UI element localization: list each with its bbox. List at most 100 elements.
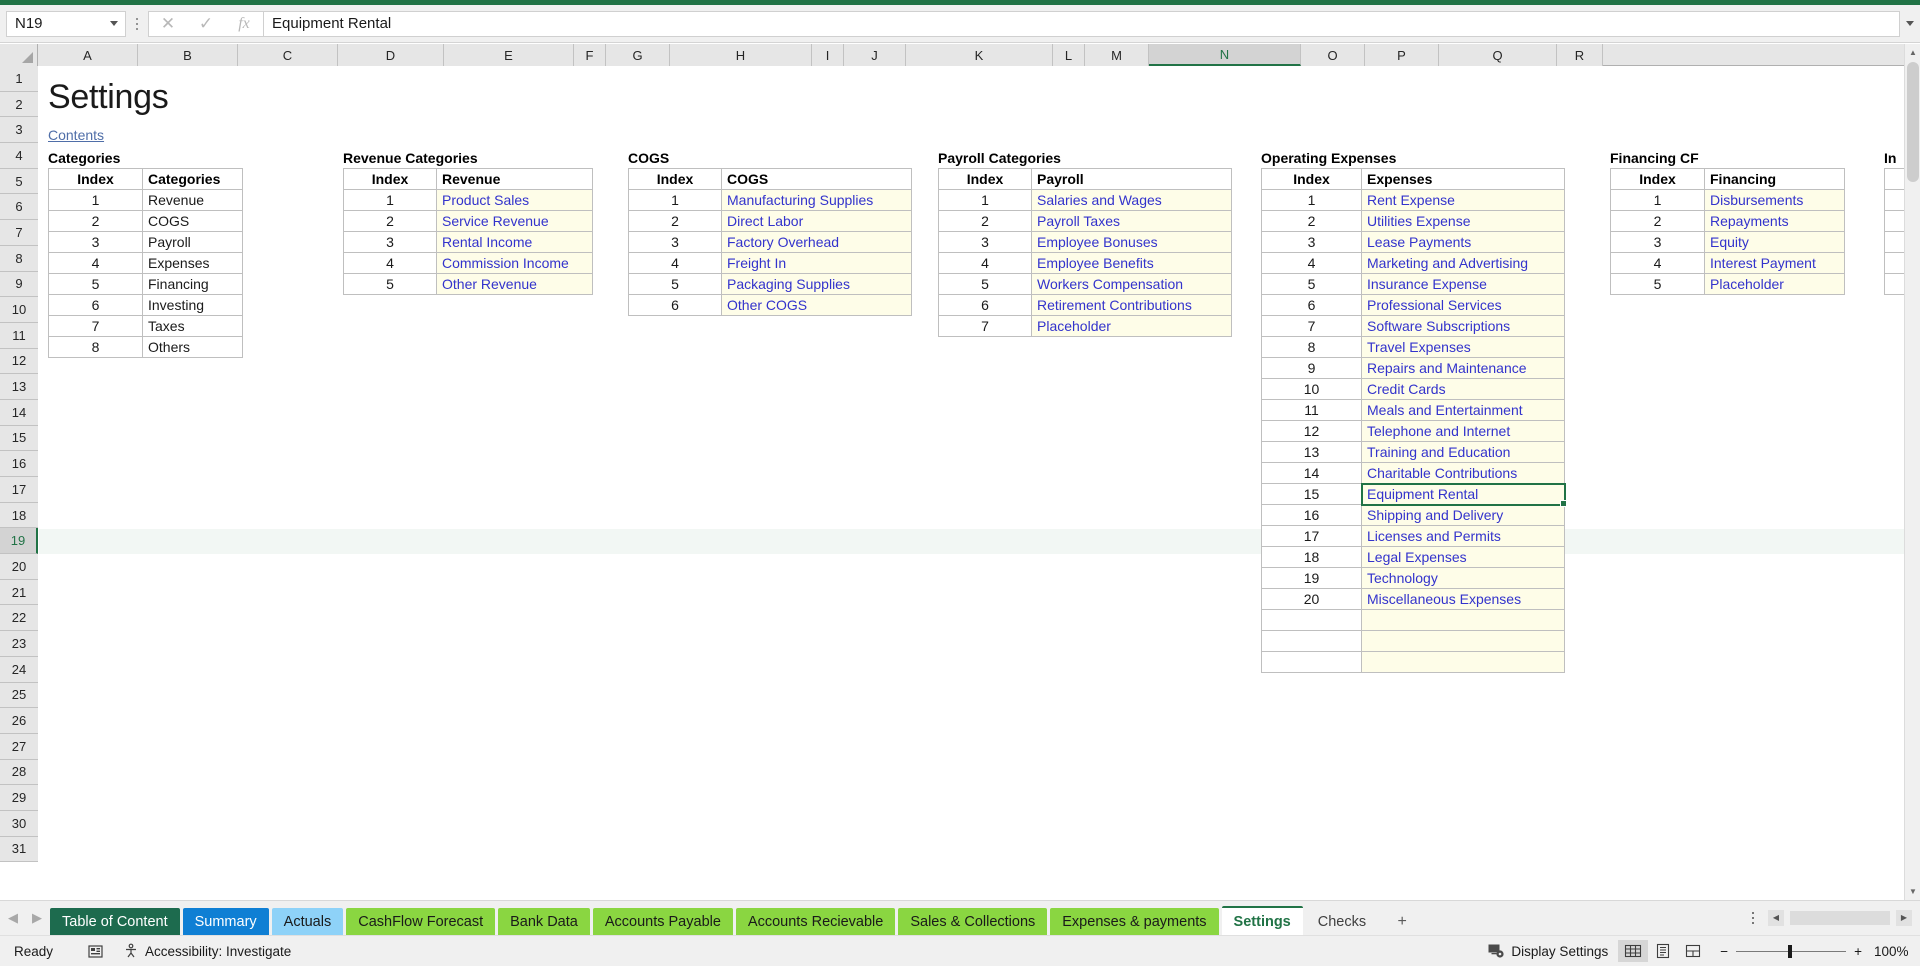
column-header-f[interactable]: F [574,44,606,66]
row-header-19[interactable]: 19 [0,528,38,555]
table-row[interactable]: 15 Equipment Rental [1261,482,1568,508]
cell-value[interactable]: Training and Education [1361,441,1565,463]
vertical-scrollbar[interactable]: ▲ ▼ [1904,44,1920,900]
sheet-tab-bank-data[interactable]: Bank Data [498,908,590,935]
cell-index[interactable]: 2 [938,210,1032,232]
row-header-26[interactable]: 26 [0,708,38,734]
cell-value[interactable] [1361,651,1565,673]
cell-value[interactable]: Expenses [142,252,243,274]
cell-value[interactable]: Packaging Supplies [721,273,912,295]
table-row[interactable]: 2 Utilities Expense [1261,210,1565,232]
cell-index[interactable]: 4 [1610,252,1705,274]
table-row[interactable] [1261,651,1565,673]
cell-index[interactable]: 5 [938,273,1032,295]
row-header-25[interactable]: 25 [0,682,38,709]
zoom-knob[interactable] [1788,944,1793,958]
cell-index[interactable]: 2 [48,210,143,232]
row-header-29[interactable]: 29 [0,785,38,811]
table-row[interactable]: 20 Miscellaneous Expenses [1261,588,1565,610]
cell-index[interactable]: 2 [628,210,722,232]
add-sheet-button[interactable]: + [1387,908,1417,935]
row-header-11[interactable]: 11 [0,322,38,349]
table-row[interactable]: 1 Disbursements [1610,189,1845,211]
cell-index[interactable]: 1 [628,189,722,211]
cell-value[interactable]: Marketing and Advertising [1361,252,1565,274]
sheet-tab-accounts-payable[interactable]: Accounts Payable [592,908,733,935]
name-box[interactable]: N19 [6,10,126,37]
cell-value[interactable]: Software Subscriptions [1361,315,1565,337]
cell-value[interactable]: Other COGS [721,294,912,316]
table-row[interactable]: 10 Credit Cards [1261,378,1565,400]
cell-value[interactable]: Employee Bonuses [1031,231,1232,253]
table-row[interactable] [1261,630,1565,652]
cell-index[interactable]: 7 [48,315,143,337]
fx-icon[interactable]: fx [225,12,263,36]
column-header-p[interactable]: P [1365,44,1439,66]
cell-index[interactable]: 7 [938,315,1032,337]
table-row[interactable]: 6 Investing [48,294,243,316]
column-header-j[interactable]: J [844,44,906,66]
cell-value[interactable]: Telephone and Internet [1361,420,1565,442]
cell-index[interactable]: 1 [1261,189,1362,211]
cell-index[interactable]: 5 [343,273,437,295]
cell-index[interactable]: 1 [1610,189,1705,211]
cells-area[interactable]: Settings Contents Categories Index Categ… [39,66,1920,900]
row-header-17[interactable]: 17 [0,477,38,503]
column-header-l[interactable]: L [1053,44,1085,66]
cell-value[interactable]: Repairs and Maintenance [1361,357,1565,379]
table-row[interactable]: 2 Payroll Taxes [938,210,1232,232]
cell-index[interactable]: 6 [938,294,1032,316]
cell-value[interactable]: Payroll [142,231,243,253]
sheet-tab-settings[interactable]: Settings [1221,906,1303,935]
previous-sheet-icon[interactable]: ◀ [8,910,18,926]
cell-index[interactable]: 6 [628,294,722,316]
row-header-3[interactable]: 3 [0,117,38,144]
cell-value[interactable]: Others [142,336,243,358]
table-row[interactable]: 1 Product Sales [343,189,593,211]
cell-index[interactable]: 8 [48,336,143,358]
table-row[interactable]: 6 Other COGS [628,294,912,316]
table-row[interactable]: 1 Manufacturing Supplies [628,189,912,211]
sheet-tab-expenses-payments[interactable]: Expenses & payments [1050,908,1219,935]
table-row[interactable]: 2 COGS [48,210,243,232]
row-header-14[interactable]: 14 [0,399,38,426]
select-all-corner[interactable] [0,44,38,66]
cell-value[interactable]: Taxes [142,315,243,337]
formula-input[interactable]: Equipment Rental [263,10,1900,37]
table-row[interactable]: 1 Revenue [48,189,243,211]
cell-index[interactable]: 15 [1261,483,1362,505]
table-row[interactable]: 18 Legal Expenses [1261,546,1565,568]
row-header-1[interactable]: 1 [0,66,38,92]
cell-index[interactable]: 3 [48,231,143,253]
table-row[interactable]: 5 Workers Compensation [938,273,1232,295]
active-cell[interactable]: Equipment Rental [1360,482,1568,508]
cell-value[interactable]: Investing [142,294,243,316]
table-row[interactable]: 4 Employee Benefits [938,252,1232,274]
table-row[interactable]: 1 Rent Expense [1261,189,1565,211]
page-layout-view-button[interactable] [1648,940,1678,962]
cell-index[interactable]: 6 [48,294,143,316]
zoom-track[interactable] [1736,944,1847,958]
normal-view-button[interactable] [1618,940,1649,962]
column-header-o[interactable]: O [1301,44,1365,66]
column-header-i[interactable]: I [812,44,844,66]
cell-index[interactable]: 7 [1261,315,1362,337]
next-sheet-icon[interactable]: ▶ [32,910,42,926]
hscroll-left-icon[interactable]: ◀ [1768,909,1784,926]
cell-value[interactable]: Freight In [721,252,912,274]
cell-value[interactable]: Insurance Expense [1361,273,1565,295]
table-row[interactable]: 3 Equity [1610,231,1845,253]
cell-value[interactable]: Product Sales [436,189,593,211]
cell-index[interactable]: 2 [1610,210,1705,232]
accessibility-status[interactable]: Accessibility: Investigate [113,943,301,959]
table-row[interactable]: 6 Retirement Contributions [938,294,1232,316]
cell-value[interactable]: Employee Benefits [1031,252,1232,274]
cell-value[interactable]: Interest Payment [1704,252,1845,274]
table-row[interactable]: 2 Service Revenue [343,210,593,232]
column-header-m[interactable]: M [1085,44,1149,66]
column-header-g[interactable]: G [606,44,670,66]
row-header-6[interactable]: 6 [0,194,38,221]
table-row[interactable]: 2 Repayments [1610,210,1845,232]
cell-value[interactable]: Technology [1361,567,1565,589]
table-row[interactable]: 5 Packaging Supplies [628,273,912,295]
